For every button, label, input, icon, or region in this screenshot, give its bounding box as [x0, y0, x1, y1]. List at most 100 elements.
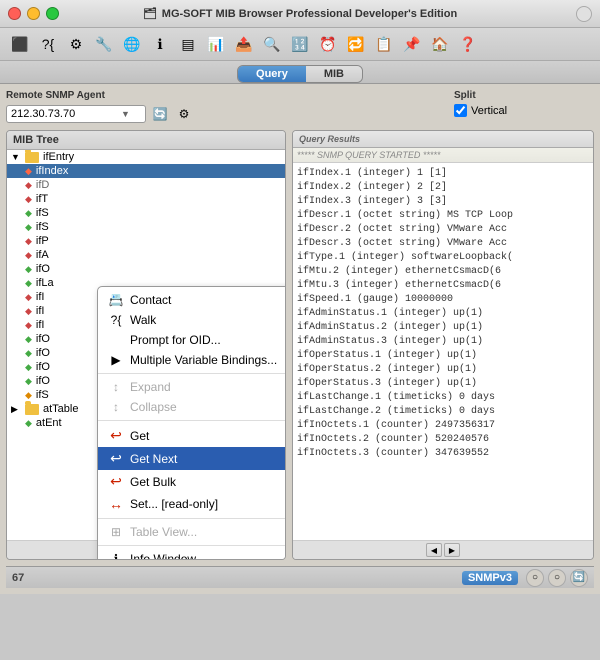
result-line-6: ifType.1 (integer) softwareLoopback( — [297, 251, 589, 265]
toolbar-icon-4[interactable]: 🔧 — [92, 32, 116, 56]
menu-item-get[interactable]: ↩ Get ▶ — [98, 424, 286, 447]
agent-settings-button[interactable]: ⚙ — [174, 104, 194, 124]
dropdown-arrow-icon[interactable]: ▼ — [121, 109, 130, 119]
menu-item-get-bulk[interactable]: ↩ Get Bulk — [98, 470, 286, 493]
attable-folder-icon — [25, 404, 39, 415]
toolbar-icon-5[interactable]: 🌐 — [120, 32, 144, 56]
toolbar: ⬛ ?{ ⚙ 🔧 🌐 ℹ ▤ 📊 📤 🔍 🔢 ⏰ 🔁 📋 📌 🏠 ❓ — [0, 28, 600, 61]
tree-root[interactable]: ▼ ifEntry — [7, 150, 285, 164]
toolbar-icon-3[interactable]: ⚙ — [64, 32, 88, 56]
toolbar-icon-15[interactable]: 📌 — [400, 32, 424, 56]
menu-item-prompt-oid[interactable]: Prompt for OID... ⌘O — [98, 330, 286, 350]
agent-row: ▼ 🔄 ⚙ — [6, 104, 444, 124]
toolbar-icon-1[interactable]: ⬛ — [8, 32, 32, 56]
tree-label-ifla: ifLa — [36, 277, 54, 289]
tree-item-ift[interactable]: ◆ ifT — [7, 192, 285, 206]
agent-label: Remote SNMP Agent — [6, 90, 444, 101]
menu-item-contact[interactable]: 📇 Contact ⌘A — [98, 290, 286, 310]
tree-label-ift: ifT — [36, 193, 48, 205]
snmp-version-badge[interactable]: SNMPv3 — [462, 571, 518, 585]
result-line-3: ifDescr.1 (octet string) MS TCP Loop — [297, 209, 589, 223]
result-line-14: ifOperStatus.2 (integer) up(1) — [297, 363, 589, 377]
diamond-icon-ifo2: ◆ — [25, 334, 32, 345]
menu-label-set: Set... [read-only] — [130, 497, 218, 511]
toolbar-icon-11[interactable]: 🔢 — [288, 32, 312, 56]
tree-item-ifo[interactable]: ◆ ifO — [7, 262, 285, 276]
split-checkbox-input[interactable] — [454, 104, 467, 117]
tree-item-ifs2[interactable]: ◆ ifS — [7, 220, 285, 234]
tab-mib[interactable]: MIB — [306, 66, 362, 82]
tree-item-ifs1[interactable]: ◆ ifS — [7, 206, 285, 220]
separator-2 — [98, 420, 286, 421]
diamond-icon-atent: ◆ — [25, 418, 32, 429]
tree-item-ifd[interactable]: ◆ ifD — [7, 178, 285, 192]
split-option-label: Vertical — [471, 105, 507, 117]
info-icon: ℹ — [108, 552, 124, 560]
split-vertical-checkbox[interactable]: Vertical — [454, 104, 507, 117]
result-line-10: ifAdminStatus.1 (integer) up(1) — [297, 307, 589, 321]
menu-item-multiple[interactable]: ▶ Multiple Variable Bindings... ▶ — [98, 350, 286, 370]
status-icon-refresh[interactable]: 🔄 — [570, 569, 588, 587]
tree-label-ifi2: ifI — [36, 305, 45, 317]
menu-item-set[interactable]: ↔ Set... [read-only] ⌘S — [98, 493, 286, 515]
toolbar-icon-13[interactable]: 🔁 — [344, 32, 368, 56]
tree-label-ifd: ifD — [36, 179, 49, 191]
tree-item-ifp[interactable]: ◆ ifP — [7, 234, 285, 248]
minimize-button[interactable] — [27, 7, 40, 20]
split-section: Split Vertical — [454, 90, 594, 117]
result-line-1: ifIndex.2 (integer) 2 [2] — [297, 181, 589, 195]
toolbar-icon-10[interactable]: 🔍 — [260, 32, 284, 56]
context-menu: 📇 Contact ⌘A ?{ Walk Prompt for OID... — [97, 286, 286, 560]
window-buttons[interactable] — [8, 7, 59, 20]
tree-label-ifs2: ifS — [36, 221, 49, 233]
mib-tree-panel: MIB Tree ▼ ifEntry ◆ ifIndex ◆ ifD — [6, 130, 286, 560]
result-line-7: ifMtu.2 (integer) ethernetCsmacD(6 — [297, 265, 589, 279]
menu-item-info[interactable]: ℹ Info Window ▶ — [98, 549, 286, 560]
menu-item-walk[interactable]: ?{ Walk — [98, 310, 286, 330]
result-line-8: ifMtu.3 (integer) ethernetCsmacD(6 — [297, 279, 589, 293]
tree-label-ifs1: ifS — [36, 207, 49, 219]
query-scroll-left-button[interactable]: ◀ — [426, 543, 442, 557]
close-button[interactable] — [8, 7, 21, 20]
tree-item-ifa[interactable]: ◆ ifA — [7, 248, 285, 262]
result-line-11: ifAdminStatus.2 (integer) up(1) — [297, 321, 589, 335]
tree-label-attable: atTable — [43, 403, 78, 415]
diamond-icon-ifi2: ◆ — [25, 306, 32, 317]
status-icon-2[interactable]: ○ — [548, 569, 566, 587]
maximize-button[interactable] — [46, 7, 59, 20]
toolbar-icon-16[interactable]: 🏠 — [428, 32, 452, 56]
toolbar-icon-6[interactable]: ℹ — [148, 32, 172, 56]
query-scroll-right-button[interactable]: ▶ — [444, 543, 460, 557]
result-line-15: ifOperStatus.3 (integer) up(1) — [297, 377, 589, 391]
multiple-icon: ▶ — [108, 353, 124, 367]
tree-label-ifo: ifO — [36, 263, 50, 275]
diamond-icon-ifi3: ◆ — [25, 320, 32, 331]
toolbar-icon-12[interactable]: ⏰ — [316, 32, 340, 56]
resize-icon[interactable] — [576, 6, 592, 22]
agent-input[interactable] — [11, 108, 121, 120]
toolbar-icon-14[interactable]: 📋 — [372, 32, 396, 56]
diamond-icon-ifindex: ◆ — [25, 166, 32, 177]
agent-input-wrapper[interactable]: ▼ — [6, 105, 146, 123]
toolbar-icon-8[interactable]: 📊 — [204, 32, 228, 56]
result-line-12: ifAdminStatus.3 (integer) up(1) — [297, 335, 589, 349]
menu-label-expand: Expand — [130, 380, 171, 394]
tree-label-ifi1: ifI — [36, 291, 45, 303]
query-results-content[interactable]: ifIndex.1 (integer) 1 [1] ifIndex.2 (int… — [293, 163, 593, 540]
title-icon: 🗂 — [143, 7, 157, 20]
expand-icon: ↕ — [108, 380, 124, 394]
diamond-icon-ifs1: ◆ — [25, 208, 32, 219]
menu-item-get-next[interactable]: ↩ Get Next ▶ — [98, 447, 286, 470]
status-icon-1[interactable]: ○ — [526, 569, 544, 587]
tab-query[interactable]: Query — [238, 66, 306, 82]
tree-item-ifindex[interactable]: ◆ ifIndex — [7, 164, 285, 178]
diamond-icon-ifp: ◆ — [25, 236, 32, 247]
toolbar-icon-7[interactable]: ▤ — [176, 32, 200, 56]
toolbar-icon-9[interactable]: 📤 — [232, 32, 256, 56]
get-icon: ↩ — [108, 427, 124, 444]
diamond-icon-ifd: ◆ — [25, 180, 32, 191]
toolbar-icon-2[interactable]: ?{ — [36, 32, 60, 56]
mib-tree-header: MIB Tree — [7, 131, 285, 150]
agent-refresh-button[interactable]: 🔄 — [150, 104, 170, 124]
toolbar-icon-17[interactable]: ❓ — [456, 32, 480, 56]
